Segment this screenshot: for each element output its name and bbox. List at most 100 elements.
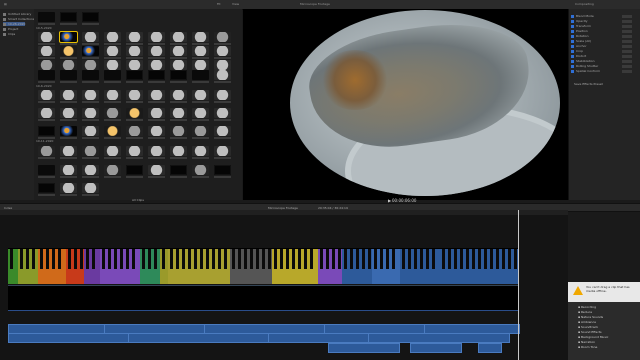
- checkbox[interactable]: [571, 35, 574, 38]
- checkbox[interactable]: [571, 45, 574, 48]
- checkbox[interactable]: [571, 60, 574, 63]
- clip-thumbnail[interactable]: [104, 70, 121, 80]
- clip-thumbnail[interactable]: [192, 126, 209, 136]
- clip-thumbnail[interactable]: [170, 60, 187, 70]
- checkbox[interactable]: [571, 15, 574, 18]
- clip-thumbnail[interactable]: [214, 108, 231, 118]
- notification-row[interactable]: ▪ Sound Effects: [578, 330, 602, 334]
- notification-row[interactable]: ▪ Soundtrack: [578, 325, 598, 329]
- clip-thumbnail[interactable]: [104, 90, 121, 100]
- clip-thumbnail[interactable]: [148, 165, 165, 175]
- clip-thumbnail[interactable]: [126, 146, 143, 156]
- clip-thumbnail[interactable]: [148, 70, 165, 80]
- clip-thumbnail[interactable]: [82, 12, 99, 22]
- clip-thumbnail[interactable]: [60, 60, 77, 70]
- clip-thumbnail[interactable]: [82, 90, 99, 100]
- clip-thumbnail[interactable]: [104, 165, 121, 175]
- clip-thumbnail[interactable]: [192, 90, 209, 100]
- notification-row[interactable]: ▪ Room Tone: [578, 345, 597, 349]
- sidebar-item-clips[interactable]: Clips: [3, 32, 15, 36]
- value-field[interactable]: [622, 60, 632, 63]
- clip-thumbnail[interactable]: [170, 126, 187, 136]
- value-field[interactable]: [622, 15, 632, 18]
- clip-thumbnail[interactable]: [170, 165, 187, 175]
- video-clip[interactable]: [318, 248, 342, 284]
- clip-thumbnail[interactable]: [38, 183, 55, 193]
- clip-thumbnail[interactable]: [170, 46, 187, 56]
- checkbox[interactable]: [571, 30, 574, 33]
- checkbox[interactable]: [571, 50, 574, 53]
- clip-thumbnail[interactable]: [82, 70, 99, 80]
- video-clip[interactable]: [140, 248, 160, 284]
- notification-row[interactable]: ▪ Recording: [578, 305, 596, 309]
- clip-thumbnail[interactable]: [214, 146, 231, 156]
- audio-clip[interactable]: [478, 343, 502, 353]
- video-clip[interactable]: [342, 248, 372, 284]
- clip-thumbnail[interactable]: [126, 60, 143, 70]
- clip-thumbnail[interactable]: [104, 126, 121, 136]
- notification-row[interactable]: ▪ Background Music: [578, 335, 608, 339]
- clip-thumbnail[interactable]: [38, 108, 55, 118]
- clip-thumbnail[interactable]: [148, 108, 165, 118]
- sidebar-item-event-selected[interactable]: 10-26-2020: [3, 22, 26, 26]
- clip-thumbnail[interactable]: [82, 165, 99, 175]
- clip-thumbnail[interactable]: [38, 12, 55, 22]
- clip-thumbnail[interactable]: [82, 183, 99, 193]
- video-clip[interactable]: [66, 248, 84, 284]
- audio-clip[interactable]: [368, 333, 510, 343]
- black-video-clip[interactable]: [8, 285, 518, 311]
- clip-thumbnail[interactable]: [214, 32, 231, 42]
- video-clip[interactable]: [160, 248, 168, 284]
- audio-clip[interactable]: [268, 333, 370, 343]
- library-toggle-icon[interactable]: ▤: [4, 2, 7, 6]
- clip-thumbnail[interactable]: [82, 32, 99, 42]
- clip-thumbnail[interactable]: [60, 46, 77, 56]
- playhead[interactable]: [518, 210, 519, 360]
- video-clip[interactable]: [440, 248, 518, 284]
- notification-row[interactable]: ▪ Ambience: [578, 320, 596, 324]
- clip-thumbnail[interactable]: [214, 46, 231, 56]
- value-field[interactable]: [622, 65, 632, 68]
- clip-thumbnail[interactable]: [60, 108, 77, 118]
- clip-thumbnail[interactable]: [126, 32, 143, 42]
- checkbox[interactable]: [571, 25, 574, 28]
- clip-thumbnail[interactable]: [38, 126, 55, 136]
- clip-thumbnail[interactable]: [126, 165, 143, 175]
- viewer[interactable]: [243, 9, 568, 200]
- clip-thumbnail[interactable]: [214, 70, 231, 80]
- clip-thumbnail[interactable]: [126, 70, 143, 80]
- clip-thumbnail[interactable]: [170, 90, 187, 100]
- clip-thumbnail[interactable]: [170, 70, 187, 80]
- value-field[interactable]: [622, 50, 632, 53]
- clip-thumbnail[interactable]: [148, 90, 165, 100]
- clip-thumbnail[interactable]: [38, 70, 55, 80]
- clip-thumbnail[interactable]: [38, 60, 55, 70]
- clip-thumbnail[interactable]: [38, 32, 55, 42]
- clip-thumbnail[interactable]: [170, 32, 187, 42]
- audio-clip[interactable]: [410, 343, 462, 353]
- clip-thumbnail[interactable]: [148, 60, 165, 70]
- checkbox[interactable]: [571, 40, 574, 43]
- sidebar-item-smart-collections[interactable]: Smart Collections: [3, 17, 34, 21]
- clip-thumbnail[interactable]: [38, 90, 55, 100]
- clip-thumbnail[interactable]: [214, 165, 231, 175]
- clip-thumbnail[interactable]: [126, 90, 143, 100]
- clip-thumbnail[interactable]: [38, 46, 55, 56]
- video-clip[interactable]: [372, 248, 400, 284]
- clip-thumbnail[interactable]: [148, 32, 165, 42]
- clip-thumbnail[interactable]: [82, 46, 99, 56]
- clip-thumbnail[interactable]: [126, 46, 143, 56]
- audio-clip[interactable]: [8, 333, 130, 343]
- clip-thumbnail[interactable]: [38, 146, 55, 156]
- video-clip[interactable]: [84, 248, 100, 284]
- checkbox[interactable]: [571, 70, 574, 73]
- clip-thumbnail[interactable]: [214, 90, 231, 100]
- clip-thumbnail[interactable]: [192, 46, 209, 56]
- video-clip[interactable]: [8, 248, 18, 284]
- clip-thumbnail[interactable]: [60, 70, 77, 80]
- clip-thumbnail[interactable]: [148, 46, 165, 56]
- clip-thumbnail[interactable]: [192, 146, 209, 156]
- clip-thumbnail[interactable]: [104, 46, 121, 56]
- video-clip[interactable]: [38, 248, 66, 284]
- clip-thumbnail[interactable]: [126, 126, 143, 136]
